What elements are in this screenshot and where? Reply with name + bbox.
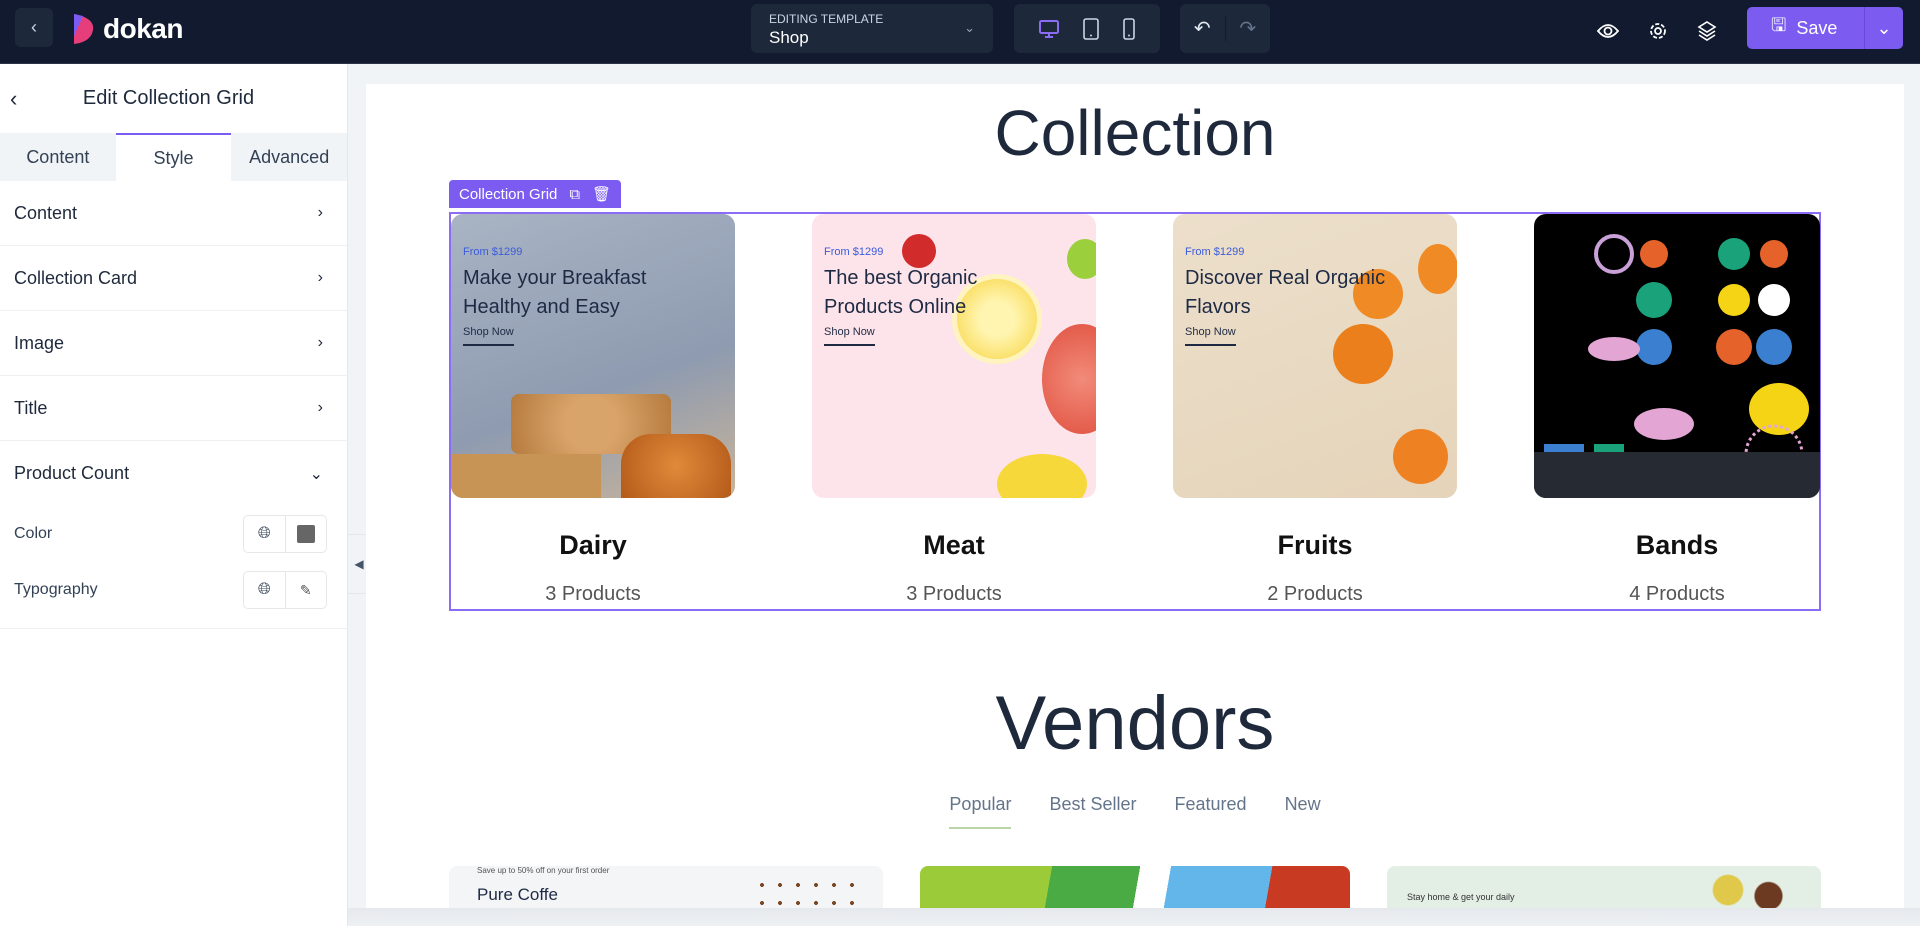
- property-label: Color: [14, 525, 53, 542]
- price-text: From $1299: [463, 246, 523, 258]
- collection-card[interactable]: From $1299 The best Organic Products Onl…: [812, 214, 1096, 606]
- chevron-right-icon: ›: [317, 399, 323, 416]
- color-property: Color 🌐︎: [0, 506, 347, 562]
- tab-style[interactable]: Style: [115, 133, 232, 181]
- price-text: From $1299: [824, 246, 884, 258]
- tab-content[interactable]: Content: [0, 133, 116, 181]
- section-title[interactable]: Title ›: [0, 376, 347, 441]
- product-count: 2 Products: [1267, 583, 1363, 605]
- undo-icon[interactable]: ↶: [1180, 16, 1226, 41]
- product-count: 3 Products: [545, 583, 641, 605]
- settings-gear-icon[interactable]: [1643, 16, 1673, 46]
- tab-popular[interactable]: Popular: [949, 794, 1012, 829]
- tab-advanced[interactable]: Advanced: [231, 133, 347, 181]
- collection-card[interactable]: Bands 4 Products: [1534, 214, 1820, 606]
- card-image: [1534, 214, 1820, 498]
- redo-icon[interactable]: ↷: [1226, 16, 1271, 41]
- collection-name: Bands: [1635, 530, 1719, 560]
- product-count: 4 Products: [1629, 583, 1725, 605]
- typography-property: Typography 🌐︎ ✎: [0, 562, 347, 618]
- save-disk-icon: 🖫: [1771, 15, 1787, 35]
- brand-name: dokan: [103, 13, 183, 44]
- desktop-icon[interactable]: [1038, 18, 1060, 40]
- chevron-right-icon: ›: [317, 204, 323, 221]
- property-label: Typography: [14, 581, 98, 598]
- section-label: Collection Card: [14, 267, 138, 288]
- chevron-down-icon: ⌄: [1876, 17, 1892, 38]
- chevron-right-icon: ›: [317, 269, 323, 286]
- chevron-left-icon: ‹: [31, 17, 37, 37]
- section-label: Title: [14, 397, 48, 418]
- shop-now-link[interactable]: Shop Now: [824, 326, 875, 346]
- panel-tabs: Content Style Advanced: [0, 133, 347, 181]
- color-swatch[interactable]: [284, 516, 327, 552]
- template-value: Shop: [769, 28, 809, 47]
- element-tag-label[interactable]: Collection Grid: [459, 186, 557, 203]
- section-content[interactable]: Content ›: [0, 181, 347, 246]
- page-canvas: Collection Collection Grid ⧉ 🗑︎ From $12…: [366, 84, 1904, 926]
- collection-card[interactable]: From $1299 Make your Breakfast Healthy a…: [451, 214, 735, 606]
- section-product-count-header[interactable]: Product Count ⌄: [0, 441, 347, 506]
- save-button[interactable]: 🖫 Save: [1747, 7, 1865, 49]
- collection-card[interactable]: From $1299 Discover Real Organic Flavors…: [1173, 214, 1457, 606]
- chevron-right-icon: ›: [317, 334, 323, 351]
- mobile-icon[interactable]: [1122, 17, 1136, 41]
- tablet-icon[interactable]: [1082, 17, 1100, 41]
- chevron-down-icon: ⌄: [309, 465, 323, 483]
- layers-icon[interactable]: [1692, 16, 1722, 46]
- dokan-logo-icon: [74, 14, 94, 44]
- vendor-tabs: Popular Best Seller Featured New: [366, 794, 1904, 829]
- collection-heading: Collection: [994, 97, 1276, 169]
- shop-now-link[interactable]: Shop Now: [1185, 326, 1236, 346]
- panel-title: Edit Collection Grid: [82, 87, 255, 109]
- card-headline: The best Organic Products Online: [824, 267, 978, 318]
- panel-back-icon[interactable]: ‹: [10, 86, 17, 112]
- global-globe-icon[interactable]: 🌐︎: [244, 572, 285, 608]
- vendors-heading: Vendors: [995, 681, 1275, 766]
- tab-best-seller[interactable]: Best Seller: [1049, 794, 1136, 829]
- panel-header: ‹ Edit Collection Grid: [0, 64, 347, 133]
- history-group: ↶ ↷: [1180, 4, 1270, 53]
- canvas-bottom-bar: [348, 908, 1920, 926]
- price-text: From $1299: [1185, 246, 1245, 258]
- chevron-down-icon: ⌄: [964, 20, 975, 35]
- save-button-group: 🖫 Save ⌄: [1747, 7, 1903, 49]
- card-image: From $1299 Discover Real Organic Flavors…: [1173, 214, 1457, 498]
- product-count: 3 Products: [906, 583, 1002, 605]
- collection-name: Dairy: [559, 530, 627, 560]
- section-collection-card[interactable]: Collection Card ›: [0, 246, 347, 311]
- collection-name: Fruits: [1277, 530, 1353, 560]
- template-label: EDITING TEMPLATE: [769, 12, 884, 26]
- section-label: Image: [14, 332, 65, 353]
- device-switcher: [1014, 4, 1160, 53]
- logo: dokan: [71, 12, 183, 46]
- section-label: Content: [14, 202, 78, 223]
- caret-left-icon: ◀: [354, 557, 364, 571]
- edit-pencil-icon[interactable]: ✎: [284, 572, 327, 608]
- save-label: Save: [1796, 17, 1838, 38]
- shop-now-link[interactable]: Shop Now: [463, 326, 514, 346]
- card-headline: Discover Real Organic Flavors: [1185, 267, 1386, 318]
- tab-new[interactable]: New: [1285, 794, 1321, 829]
- top-bar: ‹ dokan EDITING TEMPLATE Shop ⌄ ↶ ↷ 🖫 Sav…: [0, 0, 1920, 64]
- section-product-count: Product Count ⌄ Color 🌐︎ Typography 🌐︎ ✎: [0, 441, 347, 629]
- settings-panel: ‹ Edit Collection Grid Content Style Adv…: [0, 64, 348, 926]
- save-options-dropdown[interactable]: ⌄: [1865, 18, 1903, 39]
- card-headline: Make your Breakfast Healthy and Easy: [463, 267, 647, 318]
- template-selector[interactable]: EDITING TEMPLATE Shop ⌄: [751, 4, 993, 53]
- global-globe-icon[interactable]: 🌐︎: [244, 516, 285, 552]
- tab-featured[interactable]: Featured: [1175, 794, 1247, 829]
- trash-icon[interactable]: 🗑︎: [592, 185, 611, 203]
- back-button[interactable]: ‹: [15, 8, 53, 47]
- preview-eye-icon[interactable]: [1593, 16, 1623, 46]
- section-label: Product Count: [14, 463, 130, 483]
- collection-grid[interactable]: From $1299 Make your Breakfast Healthy a…: [449, 212, 1821, 611]
- vendor-promo: Save up to 50% off on your first order: [477, 866, 610, 875]
- card-image: From $1299 Make your Breakfast Healthy a…: [451, 214, 735, 498]
- section-image[interactable]: Image ›: [0, 311, 347, 376]
- card-image: From $1299 The best Organic Products Onl…: [812, 214, 1096, 498]
- element-toolbar: Collection Grid ⧉ 🗑︎: [449, 180, 622, 208]
- duplicate-icon[interactable]: ⧉: [569, 186, 580, 203]
- collection-name: Meat: [923, 530, 985, 560]
